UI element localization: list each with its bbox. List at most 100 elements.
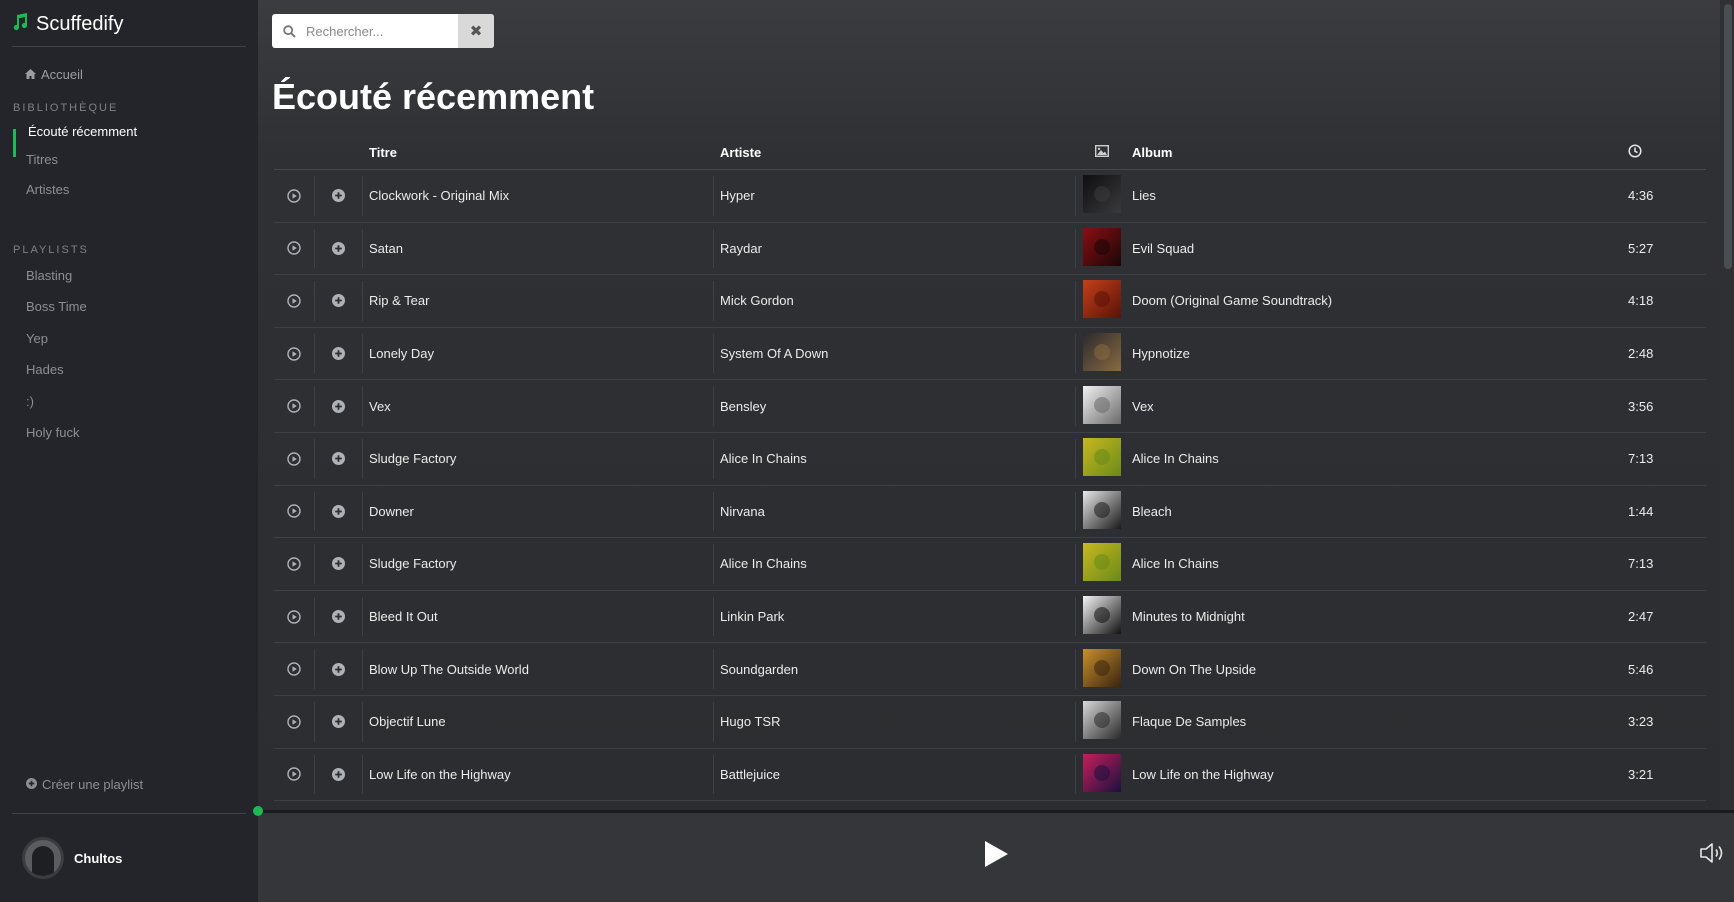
track-title[interactable]: Sludge Factory — [362, 451, 713, 466]
table-row[interactable]: Lonely Day System Of A Down Hypnotize 2:48 — [274, 328, 1706, 381]
track-artist[interactable]: Bensley — [713, 399, 1075, 414]
play-circle-icon[interactable] — [287, 346, 301, 361]
album-cover[interactable] — [1082, 333, 1121, 374]
track-album[interactable]: Alice In Chains — [1128, 556, 1628, 571]
add-circle-icon[interactable] — [331, 662, 345, 676]
playlist-item[interactable]: Hades — [26, 362, 64, 377]
volume-icon[interactable] — [1699, 842, 1725, 869]
playlist-item[interactable]: Boss Time — [26, 299, 87, 314]
album-cover[interactable] — [1082, 227, 1121, 269]
track-artist[interactable]: Linkin Park — [713, 609, 1075, 624]
table-row[interactable]: Vex Bensley Vex 3:56 — [274, 380, 1706, 433]
album-cover[interactable] — [1082, 648, 1121, 690]
brand[interactable]: Scuffedify — [12, 10, 123, 38]
progress-bar[interactable] — [253, 806, 1734, 816]
track-title[interactable]: Blow Up The Outside World — [362, 662, 713, 677]
search-input[interactable] — [306, 23, 456, 39]
track-album[interactable]: Lies — [1128, 188, 1628, 203]
play-circle-icon[interactable] — [287, 609, 301, 624]
track-title[interactable]: Rip & Tear — [362, 293, 713, 308]
track-artist[interactable]: Battlejuice — [713, 767, 1075, 782]
playlist-item[interactable]: Blasting — [26, 268, 72, 283]
clear-search-button[interactable]: ✖ — [458, 14, 494, 48]
album-cover[interactable] — [1082, 701, 1121, 742]
add-circle-icon[interactable] — [331, 399, 345, 413]
album-cover[interactable] — [1082, 543, 1121, 584]
user-profile[interactable]: Chultos — [22, 837, 122, 879]
table-row[interactable]: Bleed It Out Linkin Park Minutes to Midnig… — [274, 591, 1706, 644]
play-circle-icon[interactable] — [287, 715, 301, 729]
play-button[interactable] — [983, 840, 1009, 873]
column-artist[interactable]: Artiste — [713, 145, 1075, 160]
play-circle-icon[interactable] — [287, 452, 301, 466]
table-row[interactable]: Downer Nirvana Bleach 1:44 — [274, 486, 1706, 539]
track-album[interactable]: Bleach — [1128, 504, 1628, 519]
playlist-item[interactable]: :) — [26, 394, 34, 409]
add-circle-icon[interactable] — [331, 610, 345, 624]
track-album[interactable]: Vex — [1128, 399, 1628, 414]
add-circle-icon[interactable] — [331, 452, 345, 466]
column-title[interactable]: Titre — [362, 145, 713, 160]
column-album[interactable]: Album — [1128, 145, 1628, 160]
track-artist[interactable]: Mick Gordon — [713, 293, 1075, 308]
add-circle-icon[interactable] — [331, 294, 345, 308]
track-album[interactable]: Alice In Chains — [1128, 451, 1628, 466]
play-circle-icon[interactable] — [287, 399, 301, 413]
add-circle-icon[interactable] — [331, 347, 345, 361]
album-cover[interactable] — [1082, 490, 1121, 532]
track-artist[interactable]: System Of A Down — [713, 346, 1075, 361]
album-cover[interactable] — [1082, 438, 1121, 479]
playlist-item[interactable]: Holy fuck — [26, 425, 79, 440]
track-title[interactable]: Satan — [362, 241, 713, 256]
play-circle-icon[interactable] — [287, 767, 301, 782]
album-cover[interactable] — [1082, 596, 1121, 637]
track-artist[interactable]: Hugo TSR — [713, 714, 1075, 729]
track-album[interactable]: Minutes to Midnight — [1128, 609, 1628, 624]
table-row[interactable]: Clockwork - Original Mix Hyper Lies 4:36 — [274, 170, 1706, 223]
table-row[interactable]: Objectif Lune Hugo TSR Flaque De Samples 3:… — [274, 696, 1706, 749]
scrollbar-thumb[interactable] — [1724, 4, 1732, 269]
play-circle-icon[interactable] — [287, 504, 301, 519]
track-title[interactable]: Downer — [362, 504, 713, 519]
play-circle-icon[interactable] — [287, 189, 301, 203]
add-circle-icon[interactable] — [331, 241, 345, 255]
track-title[interactable]: Bleed It Out — [362, 609, 713, 624]
table-row[interactable]: Sludge Factory Alice In Chains Alice In Ch… — [274, 538, 1706, 591]
track-title[interactable]: Vex — [362, 399, 713, 414]
track-album[interactable]: Evil Squad — [1128, 241, 1628, 256]
track-artist[interactable]: Hyper — [713, 188, 1075, 203]
play-circle-icon[interactable] — [287, 662, 301, 676]
add-circle-icon[interactable] — [331, 557, 345, 571]
table-row[interactable]: Rip & Tear Mick Gordon Doom (Original Game… — [274, 275, 1706, 328]
table-row[interactable]: Blow Up The Outside World Soundgarden Down… — [274, 643, 1706, 696]
play-circle-icon[interactable] — [287, 557, 301, 571]
track-artist[interactable]: Alice In Chains — [713, 451, 1075, 466]
play-circle-icon[interactable] — [287, 294, 301, 308]
album-cover[interactable] — [1082, 175, 1121, 216]
nav-home[interactable]: Accueil — [25, 67, 83, 82]
track-album[interactable]: Low Life on the Highway — [1128, 767, 1628, 782]
progress-knob[interactable] — [253, 806, 263, 816]
track-album[interactable]: Doom (Original Game Soundtrack) — [1128, 293, 1628, 308]
create-playlist-button[interactable]: Créer une playlist — [26, 777, 143, 792]
album-cover[interactable] — [1082, 280, 1121, 321]
sidebar-item-recent[interactable]: Écouté récemment — [28, 124, 137, 139]
table-row[interactable]: Sludge Factory Alice In Chains Alice In Ch… — [274, 433, 1706, 486]
add-circle-icon[interactable] — [331, 504, 345, 518]
track-artist[interactable]: Raydar — [713, 241, 1075, 256]
track-artist[interactable]: Nirvana — [713, 504, 1075, 519]
playlist-item[interactable]: Yep — [26, 331, 48, 346]
add-circle-icon[interactable] — [331, 715, 345, 729]
track-title[interactable]: Clockwork - Original Mix — [362, 188, 713, 203]
table-row[interactable]: Low Life on the Highway Battlejuice Low Li… — [274, 749, 1706, 802]
track-title[interactable]: Sludge Factory — [362, 556, 713, 571]
track-title[interactable]: Objectif Lune — [362, 714, 713, 729]
track-title[interactable]: Lonely Day — [362, 346, 713, 361]
table-row[interactable]: Satan Raydar Evil Squad 5:27 — [274, 223, 1706, 276]
sidebar-item-artists[interactable]: Artistes — [26, 182, 69, 197]
play-circle-icon[interactable] — [287, 241, 301, 256]
track-album[interactable]: Down On The Upside — [1128, 662, 1628, 677]
add-circle-icon[interactable] — [331, 767, 345, 781]
album-cover[interactable] — [1082, 385, 1121, 427]
track-album[interactable]: Flaque De Samples — [1128, 714, 1628, 729]
